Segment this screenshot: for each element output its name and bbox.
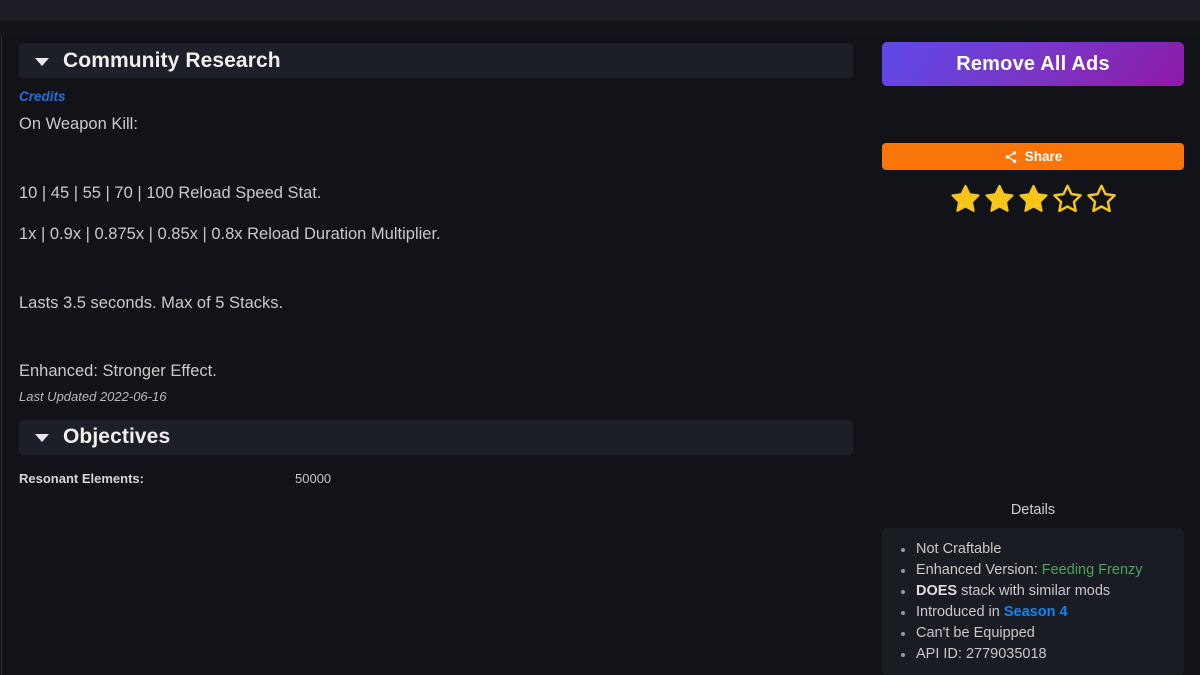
details-list-item: Not Craftable <box>892 539 1174 560</box>
details-list-item: Can't be Equipped <box>892 623 1174 644</box>
section-header-community-research[interactable]: Community Research <box>19 43 853 78</box>
objective-label: Resonant Elements: <box>19 470 144 486</box>
share-button[interactable]: Share <box>882 143 1184 170</box>
share-button-label: Share <box>1024 149 1063 164</box>
details-text: Not Craftable <box>916 541 1002 557</box>
page-top-strip <box>0 21 1200 35</box>
perk-line-trigger: On Weapon Kill: <box>19 115 138 133</box>
credits-link[interactable]: Credits <box>19 89 66 104</box>
perk-line-duration: Lasts 3.5 seconds. Max of 5 Stacks. <box>19 293 284 312</box>
details-emphasis: DOES <box>916 583 958 599</box>
details-heading: Details <box>1010 502 1056 518</box>
details-list-item: Introduced in Season 4 <box>892 602 1174 623</box>
share-icon <box>1005 150 1016 163</box>
star-filled-icon[interactable] <box>984 183 1015 214</box>
star-outline-icon[interactable] <box>1052 183 1083 214</box>
remove-all-ads-button[interactable]: Remove All Ads <box>882 42 1184 86</box>
star-filled-icon[interactable] <box>1018 183 1049 214</box>
details-text: stack with similar mods <box>957 583 1111 599</box>
details-list-item: DOES stack with similar mods <box>892 581 1174 602</box>
star-outline-icon[interactable] <box>1086 183 1117 214</box>
objective-row: Resonant Elements: 50000 <box>19 471 868 486</box>
details-list: Not Craftable Enhanced Version: Feeding F… <box>892 539 1174 665</box>
details-link[interactable]: Feeding Frenzy <box>1042 562 1143 578</box>
details-list-item: API ID: 2779035018 <box>892 644 1174 665</box>
section-title: Objectives <box>63 425 171 448</box>
details-link[interactable]: Season 4 <box>1004 604 1068 620</box>
details-text: Introduced in <box>916 604 1004 620</box>
perk-description: On Weapon Kill: 10 | 45 | 55 | 70 | 100 … <box>19 116 868 380</box>
perk-line-enhanced: Enhanced: Stronger Effect. <box>19 362 217 380</box>
star-filled-icon[interactable] <box>950 183 981 214</box>
browser-top-strip <box>0 0 1200 21</box>
last-updated-text: Last Updated 2022-06-16 <box>19 388 167 404</box>
details-list-item: Enhanced Version: Feeding Frenzy <box>892 560 1174 581</box>
main-content-column: Community Research Credits On Weapon Kil… <box>0 35 868 675</box>
section-title: Community Research <box>63 48 281 72</box>
perk-line-stat-1: 10 | 45 | 55 | 70 | 100 Reload Speed Sta… <box>19 183 322 202</box>
details-text: API ID: 2779035018 <box>916 646 1047 662</box>
perk-line-stat-2: 1x | 0.9x | 0.875x | 0.85x | 0.8x Reload… <box>19 225 441 243</box>
details-text: Enhanced Version: <box>916 562 1042 578</box>
rating-stars[interactable] <box>882 183 1184 214</box>
objective-value: 50000 <box>295 470 332 486</box>
details-text: Can't be Equipped <box>916 625 1035 641</box>
chevron-down-icon <box>35 434 49 442</box>
chevron-down-icon <box>35 57 49 66</box>
right-sidebar: Remove All Ads Share Details Not Craftab… <box>868 35 1200 675</box>
details-panel: Not Craftable Enhanced Version: Feeding F… <box>882 528 1184 675</box>
section-header-objectives[interactable]: Objectives <box>19 419 853 455</box>
